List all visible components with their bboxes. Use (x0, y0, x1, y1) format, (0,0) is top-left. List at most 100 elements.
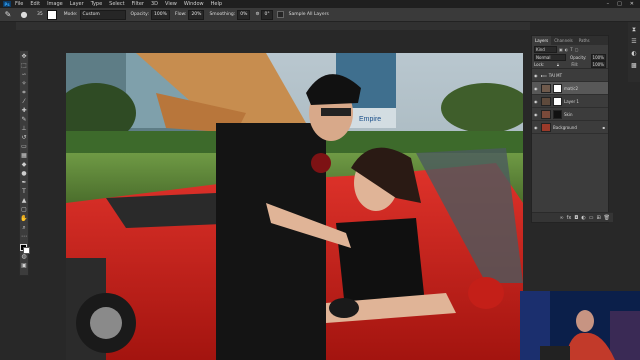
layer-mask-thumbnail[interactable] (553, 96, 562, 106)
layer-opacity-field[interactable]: 100% (590, 53, 606, 61)
blur-tool-icon[interactable]: ◆ (20, 161, 28, 169)
hand-tool-icon[interactable]: ✋ (20, 215, 28, 223)
dodge-tool-icon[interactable]: ● (20, 170, 28, 178)
menu-layer[interactable]: Layer (70, 1, 84, 7)
sample-all-layers-checkbox[interactable] (276, 11, 284, 18)
quick-mask-icon[interactable]: ◍ (20, 253, 28, 261)
tab-paths[interactable]: Paths (576, 38, 593, 43)
opacity-field[interactable]: 100% (151, 9, 170, 20)
color-picker[interactable] (20, 244, 30, 254)
lock-icon[interactable]: 🔒︎ (557, 62, 559, 67)
smoothing-field[interactable]: 0% (237, 9, 251, 20)
eyedropper-tool-icon[interactable]: ⁄ (20, 98, 28, 106)
eye-icon[interactable]: ◉ (534, 125, 539, 130)
menu-help[interactable]: Help (211, 1, 222, 7)
lasso-tool-icon[interactable]: ∽ (20, 71, 28, 79)
blend-mode-select[interactable]: Normal (534, 53, 566, 61)
eraser-tool-icon[interactable]: ▭ (20, 143, 28, 151)
layers-panel-footer: ∞ fx ◘ ◐ ▭ ⊞ 🗑︎ (532, 212, 613, 222)
smoothing-label: Smoothing: (209, 12, 236, 17)
history-panel-icon[interactable]: ⧗ (630, 26, 638, 34)
layer-row[interactable]: ◉ Skin (532, 108, 608, 121)
layer-filter-row: Kind ▣ ◐ T ▢ (532, 45, 608, 53)
menu-filter[interactable]: Filter (132, 1, 144, 7)
type-filter-icon[interactable]: T (570, 47, 572, 52)
tab-layers[interactable]: Layers (532, 36, 552, 45)
layer-row[interactable]: ◉ ▸▭ TAI MT (532, 69, 608, 82)
delete-layer-icon[interactable]: 🗑︎ (604, 215, 610, 221)
gear-icon[interactable]: ⚙ (255, 12, 259, 17)
layer-row[interactable]: ◉ mat/c2 (532, 82, 608, 95)
type-tool-icon[interactable]: T (20, 188, 28, 196)
webcam-image (520, 291, 640, 360)
adjustments-panel-icon[interactable]: ◐ (630, 50, 638, 58)
close-icon[interactable]: ✕ (630, 1, 634, 7)
menu-select[interactable]: Select (109, 1, 124, 7)
photoshop-logo-icon: Ps (3, 1, 11, 7)
properties-panel-icon[interactable]: ☰ (630, 38, 638, 46)
clone-stamp-tool-icon[interactable]: ⊥ (20, 125, 28, 133)
layer-mask-thumbnail[interactable] (553, 83, 562, 93)
menu-view[interactable]: View (165, 1, 177, 7)
layers-panel: Layers Channels Paths Kind ▣ ◐ T ▢ Norma… (531, 35, 613, 223)
background-color-swatch[interactable] (23, 247, 30, 254)
layer-name: Layer 1 (564, 98, 579, 104)
brush-tool-icon[interactable]: ✎ (3, 10, 13, 20)
menu-3d[interactable]: 3D (151, 1, 158, 7)
layer-name: Skin (564, 111, 573, 117)
swatches-panel-icon[interactable]: ▩ (630, 62, 638, 70)
eye-icon[interactable]: ◉ (534, 73, 539, 78)
link-layers-icon[interactable]: ∞ (559, 215, 563, 221)
flow-field[interactable]: 20% (188, 9, 205, 20)
path-select-tool-icon[interactable]: ▲ (20, 197, 28, 205)
pen-tool-icon[interactable]: ✒ (20, 179, 28, 187)
add-mask-icon[interactable]: ◘ (574, 215, 578, 221)
menu-file[interactable]: File (15, 1, 23, 7)
lock-icon: ▪ (602, 124, 605, 130)
minimize-icon[interactable]: – (607, 1, 610, 7)
eye-icon[interactable]: ◉ (534, 99, 539, 104)
layer-thumbnail (541, 122, 551, 132)
color-swatch[interactable] (46, 9, 57, 20)
adjustment-layer-icon[interactable]: ◐ (581, 215, 585, 221)
healing-brush-tool-icon[interactable]: ✚ (20, 107, 28, 115)
angle-field[interactable]: 0° (261, 9, 273, 20)
document-canvas[interactable]: Empire (66, 53, 523, 360)
menu-window[interactable]: Window (184, 1, 204, 7)
rectangle-tool-icon[interactable]: ▢ (20, 206, 28, 214)
quick-select-tool-icon[interactable]: ✧ (20, 80, 28, 88)
eye-icon[interactable]: ◉ (534, 86, 539, 91)
document-tab-bar (16, 22, 530, 30)
move-tool-icon[interactable]: ✥ (20, 53, 28, 61)
more-tools-icon[interactable]: ⋯ (20, 233, 28, 241)
mode-select[interactable]: Custom (79, 9, 126, 20)
webcam-overlay (520, 291, 640, 360)
crop-tool-icon[interactable]: ⌗ (20, 89, 28, 97)
screen-mode-icon[interactable]: ▣ (20, 262, 28, 270)
menu-edit[interactable]: Edit (30, 1, 40, 7)
brush-preset-icon[interactable]: ● (19, 10, 29, 20)
layer-row[interactable]: ◉ Layer 1 (532, 95, 608, 108)
opacity-label: Opacity: (130, 12, 150, 17)
new-group-icon[interactable]: ▭ (589, 215, 594, 221)
layer-style-icon[interactable]: fx (567, 215, 572, 221)
menu-type[interactable]: Type (91, 1, 102, 7)
adjustment-filter-icon[interactable]: ◐ (565, 47, 569, 52)
zoom-tool-icon[interactable]: ⌕ (20, 224, 28, 232)
layer-mask-thumbnail[interactable] (553, 109, 562, 119)
shape-filter-icon[interactable]: ▢ (575, 47, 579, 52)
history-brush-tool-icon[interactable]: ↺ (20, 134, 28, 142)
kind-filter-select[interactable]: Kind (534, 45, 557, 53)
menu-image[interactable]: Image (47, 1, 63, 7)
tab-channels[interactable]: Channels (551, 38, 576, 43)
brush-tool-icon[interactable]: ✎ (20, 116, 28, 124)
fill-field[interactable]: 100% (590, 61, 606, 68)
gradient-tool-icon[interactable]: ▦ (20, 152, 28, 160)
new-layer-icon[interactable]: ⊞ (596, 215, 600, 221)
svg-text:Empire: Empire (359, 116, 381, 123)
marquee-tool-icon[interactable]: ⬚ (20, 62, 28, 70)
eye-icon[interactable]: ◉ (534, 112, 539, 117)
maximize-icon[interactable]: □ (617, 1, 622, 7)
layer-row[interactable]: ◉ Background ▪ (532, 121, 608, 134)
pixel-filter-icon[interactable]: ▣ (559, 47, 563, 52)
